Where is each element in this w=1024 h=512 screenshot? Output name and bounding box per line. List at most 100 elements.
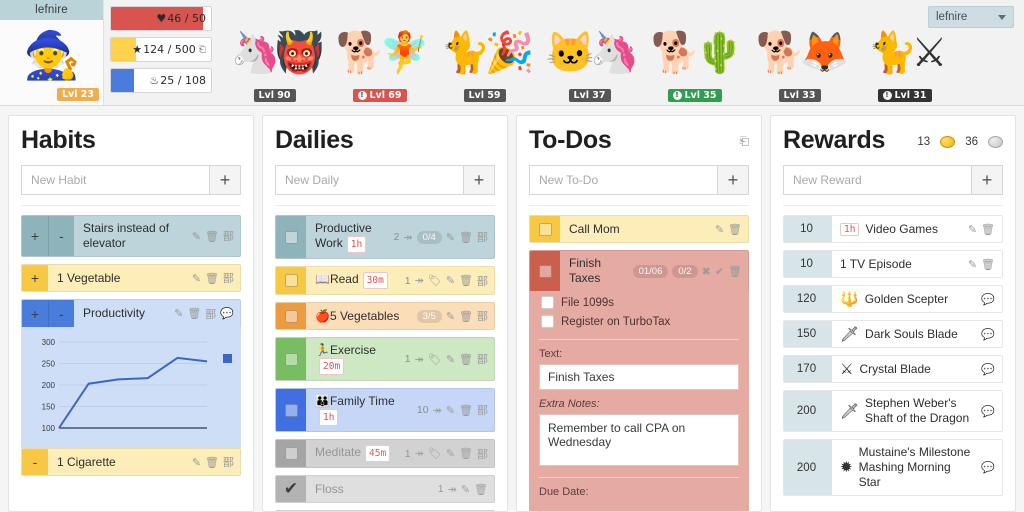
habit-row[interactable]: + - Productivity ✎ 🗑 鄑 💬 [21,299,241,327]
party-member[interactable]: 🐕🧚 ! Lvl 69 [327,0,432,105]
delete-icon[interactable]: 🗑 [474,483,488,496]
edit-icon[interactable]: ✎ [174,307,183,320]
edit-icon[interactable]: ✎ [446,404,455,417]
reward-row[interactable]: 120 🔱 Golden Scepter 💬 [783,285,1003,313]
todo-row[interactable]: Finish Taxes 01/06 0/2 ✖ ✔ 🗑 [529,250,749,291]
daily-row[interactable]: 🍎5 Vegetables 3/5 ✎ 🗑 鄑 [275,302,495,330]
chart-icon[interactable]: ⎗ [199,45,206,55]
todo-checklist-item[interactable]: Register on TurboTax [539,312,739,331]
chart-icon[interactable]: 鄑 [205,306,216,322]
user-menu-dropdown[interactable]: lefnire [928,6,1014,28]
reward-row[interactable]: 10 1 TV Episode ✎ 🗑 [783,250,1003,278]
new-habit-input[interactable] [21,165,209,195]
daily-checkbox[interactable] [284,309,298,323]
habit-minus-button[interactable]: - [48,216,74,256]
chart-icon[interactable]: ⎗ [739,134,749,149]
chart-icon[interactable]: 鄑 [477,229,488,245]
chart-icon[interactable]: 鄑 [477,308,488,324]
edit-icon[interactable]: ✎ [715,223,724,236]
daily-checkbox-cell[interactable] [276,303,306,329]
habit-plus-button[interactable]: + [22,265,48,291]
delete-icon[interactable]: 🗑 [205,230,219,243]
daily-row[interactable]: 🏃Exercise20m 1 ↠ 🏷 ✎ 🗑 鄑 [275,337,495,381]
checklist-checkbox[interactable] [541,315,554,328]
comment-icon[interactable]: 💬 [220,307,234,320]
close-icon[interactable]: ✖ [702,265,711,278]
daily-row[interactable]: ✔ Floss 1 ↠ ✎ 🗑 [275,475,495,503]
daily-checkbox-cell[interactable] [276,216,306,258]
habit-row[interactable]: + - Stairs instead of elevator ✎ 🗑 鄑 [21,215,241,257]
reward-row[interactable]: 170 ⚔ Crystal Blade 💬 [783,355,1003,383]
edit-icon[interactable]: ✎ [192,272,201,285]
add-daily-button[interactable]: + [463,165,495,195]
chart-icon[interactable]: 鄑 [477,351,488,367]
party-member[interactable]: 🦄👹 Lvl 90 [222,0,327,105]
new-reward-input[interactable] [783,165,971,195]
delete-icon[interactable]: 🗑 [981,258,995,271]
todo-checkbox[interactable] [538,264,552,278]
comment-icon[interactable]: 💬 [981,293,995,306]
todo-row[interactable]: Call Mom ✎ 🗑 [529,215,749,243]
delete-icon[interactable]: 🗑 [187,307,201,320]
delete-icon[interactable]: 🗑 [205,456,219,469]
edit-icon[interactable]: ✎ [968,223,977,236]
habit-plus-button[interactable]: + [22,300,48,327]
edit-icon[interactable]: ✎ [446,310,455,323]
edit-icon[interactable]: ✎ [968,258,977,271]
chart-icon[interactable]: 鄑 [477,446,488,462]
delete-icon[interactable]: 🗑 [205,272,219,285]
tag-icon[interactable]: 🏷 [428,274,442,287]
todo-checklist-item[interactable]: File 1099s [539,293,739,312]
comment-icon[interactable]: 💬 [981,363,995,376]
comment-icon[interactable]: 💬 [981,405,995,418]
edit-icon[interactable]: ✎ [461,483,470,496]
edit-icon[interactable]: ✎ [192,456,201,469]
chart-icon[interactable]: 鄑 [477,273,488,289]
delete-icon[interactable]: 🗑 [459,231,473,244]
habit-row[interactable]: + 1 Vegetable ✎ 🗑 鄑 [21,264,241,292]
delete-icon[interactable]: 🗑 [459,447,473,460]
daily-checkbox[interactable] [284,403,298,417]
avatar[interactable]: 🧙 [12,24,92,86]
daily-checkbox[interactable] [284,352,298,366]
todo-notes-textarea[interactable]: Remember to call CPA on Wednesday [539,414,739,466]
check-icon[interactable]: ✔ [715,265,724,278]
party-member[interactable]: 🐕🦊 Lvl 33 [747,0,852,105]
chart-icon[interactable]: 鄑 [477,402,488,418]
tag-icon[interactable]: 🏷 [428,447,442,460]
delete-icon[interactable]: 🗑 [459,310,473,323]
delete-icon[interactable]: 🗑 [728,223,742,236]
party-member[interactable]: 🐱🦄 Lvl 37 [537,0,642,105]
avatar-panel[interactable]: lefnire 🧙 Lvl 23 [0,0,104,105]
daily-checkbox-cell[interactable] [276,389,306,431]
edit-icon[interactable]: ✎ [192,230,201,243]
delete-icon[interactable]: 🗑 [459,274,473,287]
delete-icon[interactable]: 🗑 [981,223,995,236]
reward-row[interactable]: 10 1h Video Games ✎ 🗑 [783,215,1003,243]
daily-row[interactable]: Meditate 45m 1 ↠ 🏷 ✎ 🗑 鄑 [275,439,495,468]
daily-checkbox[interactable] [284,230,298,244]
edit-icon[interactable]: ✎ [446,353,455,366]
chart-icon[interactable]: 鄑 [223,228,234,244]
habit-plus-button[interactable]: + [22,216,48,256]
add-habit-button[interactable]: + [209,165,241,195]
reward-row[interactable]: 200 ✹ Mustaine's Milestone Mashing Morni… [783,439,1003,496]
comment-icon[interactable]: 💬 [981,461,995,474]
reward-row[interactable]: 150 🗡 Dark Souls Blade 💬 [783,320,1003,348]
delete-icon[interactable]: 🗑 [459,404,473,417]
edit-icon[interactable]: ✎ [446,231,455,244]
party-member[interactable]: 🐕🌵 ! Lvl 35 [642,0,747,105]
daily-checkbox-cell[interactable]: ✔ [276,476,306,502]
daily-checkbox-cell[interactable] [276,267,306,294]
edit-icon[interactable]: ✎ [446,447,455,460]
daily-checkbox-cell[interactable] [276,440,306,467]
habit-minus-button[interactable]: - [48,300,74,327]
chart-icon[interactable]: 鄑 [223,270,234,286]
daily-checkbox-cell[interactable] [276,338,306,380]
daily-row[interactable]: 👪Family Time1h 10 ↠ ✎ 🗑 鄑 [275,388,495,432]
delete-icon[interactable]: 🗑 [459,353,473,366]
checklist-checkbox[interactable] [541,296,554,309]
add-todo-button[interactable]: + [717,165,749,195]
daily-checkbox[interactable] [284,274,298,287]
todo-text-input[interactable] [539,364,739,390]
